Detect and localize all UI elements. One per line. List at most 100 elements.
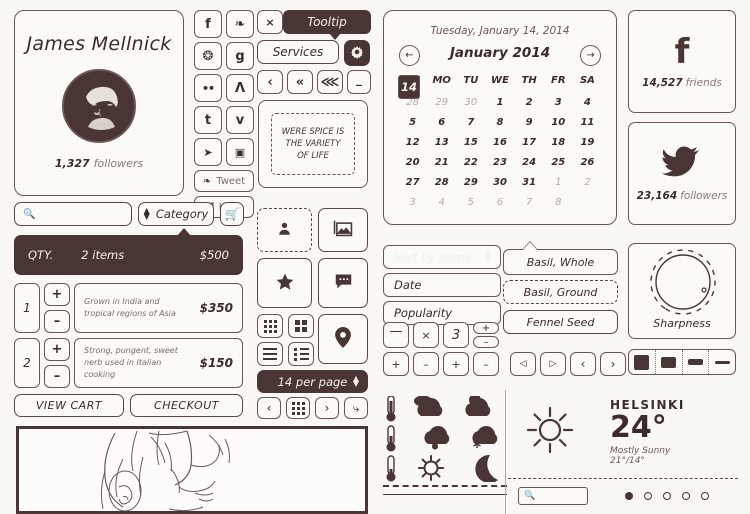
favorite-tile[interactable] [257,258,312,308]
services-button[interactable]: Services [257,40,339,64]
social-button-facebook[interactable]: f [194,10,222,38]
number-field[interactable]: 3 [443,322,469,348]
minus-button[interactable]: – [473,336,499,348]
calendar-day[interactable]: 29 [456,174,485,191]
calendar-day[interactable]: 2 [515,94,544,111]
arrow-left-small-button[interactable]: ◁ [510,352,536,376]
calendar-day[interactable]: 1 [485,94,514,111]
calendar-day[interactable]: 20 [398,154,427,171]
calendar-day[interactable]: 27 [398,174,427,191]
calendar-day[interactable]: 3 [544,94,573,111]
pager-next-button[interactable]: › [315,397,339,419]
calendar-day[interactable]: 6 [427,114,456,131]
calendar-day[interactable]: 13 [427,134,456,151]
calendar-day[interactable]: 8 [544,194,573,211]
arrow-right-small-button[interactable]: ▷ [540,352,566,376]
dash-button[interactable]: — [383,322,409,348]
calendar-day[interactable]: 9 [515,114,544,131]
spice-item-basil-ground[interactable]: Basil, Ground [503,280,618,304]
pagination-dots[interactable] [625,492,709,500]
pagination-dot-active[interactable] [625,492,633,500]
social-button-behance[interactable]: Λ [226,74,254,102]
increment-button[interactable]: + [443,352,469,376]
calendar-day[interactable]: 3 [398,194,427,211]
calendar-next-button[interactable]: → [580,45,601,66]
calendar-day[interactable]: 28 [427,174,456,191]
qty-plus-button[interactable]: + [44,283,70,306]
calendar-day[interactable]: 10 [544,114,573,131]
social-button-google[interactable]: g [226,42,254,70]
spice-item-basil-whole[interactable]: Basil, Whole [503,249,618,275]
swatch-medium[interactable] [656,350,683,374]
search-input[interactable]: 🔍 [14,202,132,226]
location-tile[interactable] [318,314,368,364]
calendar-prev-button[interactable]: ← [399,45,420,66]
pagination-dot[interactable] [644,492,652,500]
minimize-button[interactable]: _ [347,70,371,94]
calendar-day[interactable]: 6 [485,194,514,211]
pagination-dot[interactable] [682,492,690,500]
plus-button[interactable]: + [473,322,499,334]
qty-minus-button[interactable]: – [44,310,70,333]
checkout-button[interactable]: CHECKOUT [130,394,243,417]
calendar-day[interactable]: 31 [515,174,544,191]
cart-item-detail[interactable]: Strong, pungent, sweet nerb used in Ital… [74,338,243,388]
per-page-select[interactable]: 14 per page ▲ ▼ [257,370,368,393]
calendar-day[interactable]: 4 [427,194,456,211]
chevron-left-button[interactable]: ‹ [570,352,596,376]
prev-double-button[interactable]: « [287,70,313,94]
detail-view-button[interactable] [288,342,314,366]
social-button-dribbble[interactable]: ❂ [194,42,222,70]
pager-share-button[interactable]: ⤷ [344,397,368,419]
close-small-button[interactable]: × [413,322,439,348]
tweet-button[interactable]: ❧ Tweet [194,170,254,192]
calendar-day[interactable]: 1 [544,174,573,191]
pagination-dot[interactable] [663,492,671,500]
calendar-day[interactable]: 21 [427,154,456,171]
add-button[interactable]: + [383,352,409,376]
cart-item-detail[interactable]: Grown in India and tropical regions of A… [74,283,243,333]
swatch-small[interactable] [683,350,710,374]
social-button-paypal[interactable]: ➤ [194,138,222,166]
swatch-tiny[interactable] [709,350,735,374]
calendar-day[interactable]: 11 [573,114,602,131]
user-placeholder-tile[interactable] [257,208,312,252]
calendar-day[interactable]: 25 [544,154,573,171]
twitter-followers-card[interactable]: 23,164 followers [628,122,736,225]
comment-tile[interactable] [318,258,368,308]
remove-button[interactable]: – [413,352,439,376]
close-button[interactable]: × [257,10,283,34]
calendar-day[interactable]: 19 [573,134,602,151]
calendar-day[interactable]: 7 [515,194,544,211]
calendar-day[interactable]: 30 [485,174,514,191]
calendar-day-selected[interactable]: 14 [398,75,420,99]
social-button-vimeo[interactable]: v [226,106,254,134]
qty-minus-button[interactable]: – [44,365,70,388]
social-button-tumblr[interactable]: t [194,106,222,134]
swatch-bar[interactable] [628,349,736,375]
calendar-day[interactable]: 7 [456,114,485,131]
sharpness-card[interactable]: Sharpness [628,243,736,339]
chevron-right-button[interactable]: › [600,352,626,376]
category-select[interactable]: ▲ ▼ Category [138,202,214,226]
decrement-button[interactable]: – [473,352,499,376]
calendar-day[interactable]: 2 [573,174,602,191]
calendar-day[interactable]: 23 [485,154,514,171]
pagination-dot[interactable] [701,492,709,500]
settings-button[interactable] [344,40,370,66]
calendar-day[interactable]: 4 [573,94,602,111]
pager-grid-button[interactable] [286,397,310,419]
social-button-twitter[interactable]: ❧ [226,10,254,38]
calendar-day[interactable]: 26 [573,154,602,171]
calendar-day[interactable]: 29 [427,94,456,111]
calendar-day[interactable]: 24 [515,154,544,171]
list-view-button[interactable] [257,342,283,366]
calendar-day[interactable]: 16 [485,134,514,151]
calendar-day[interactable]: 5 [456,194,485,211]
calendar-day[interactable]: 8 [485,114,514,131]
social-button-flickr[interactable]: •• [194,74,222,102]
spice-item-fennel-seed[interactable]: Fennel Seed [503,310,618,334]
calendar-day[interactable]: 15 [456,134,485,151]
search-input[interactable]: 🔍 [518,487,588,505]
view-cart-button[interactable]: VIEW CART [14,394,124,417]
